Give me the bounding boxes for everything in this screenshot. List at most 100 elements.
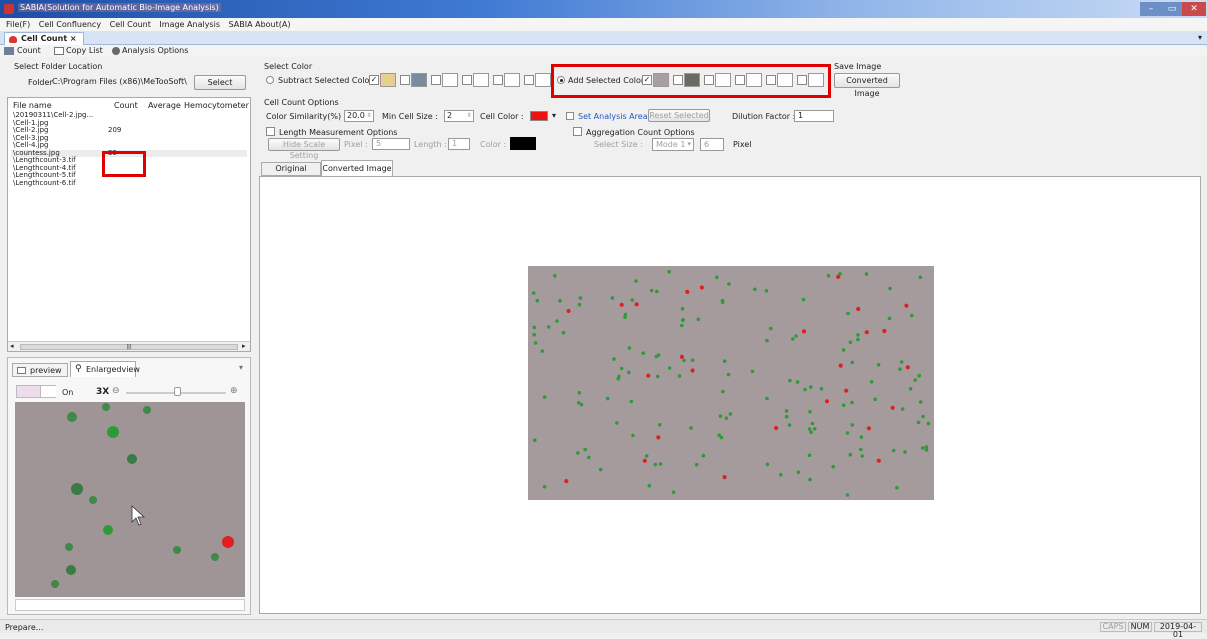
subtract-swatch-4[interactable] [460,73,490,87]
green-cell-marker [841,348,846,352]
select-folder-button[interactable]: Select [194,75,246,90]
add-swatch-3[interactable] [702,73,732,87]
num-indicator: NUM [1128,622,1152,632]
min-size-stepper[interactable]: 2 ⇳ [444,110,474,122]
menu-about[interactable]: SABIA About(A) [229,20,291,29]
subtract-checkbox-1[interactable]: ✓ [369,75,379,85]
subtract-color-2[interactable] [411,73,427,87]
preview-info-bar [15,599,245,611]
header-average[interactable]: Average [148,101,181,110]
length-options-checkbox[interactable] [266,127,275,136]
length-stepper[interactable]: 1 [448,138,470,150]
pixel-value: 5 [376,139,382,148]
tab-original-image[interactable]: Original Image [261,162,321,185]
set-area-checkbox[interactable] [566,112,574,120]
tab-dropdown-icon[interactable]: ▾ [1198,33,1202,42]
count-button[interactable]: Count [17,45,41,57]
scroll-right-icon[interactable]: ▸ [242,342,246,350]
scrollbar-thumb[interactable]: ||| [20,344,238,350]
add-swatch-6[interactable] [795,73,825,87]
subtract-swatch-5[interactable] [491,73,521,87]
header-count[interactable]: Count [114,101,138,110]
header-file-name[interactable]: File name [13,101,52,110]
header-hemocytometer[interactable]: Hemocytometer [184,101,249,110]
enlarged-image[interactable] [15,402,245,597]
cell-color-dropdown-icon[interactable]: ▾ [552,111,556,120]
add-checkbox-6[interactable] [797,75,807,85]
subtract-color-5[interactable] [504,73,520,87]
add-checkbox-4[interactable] [735,75,745,85]
subtract-swatch-3[interactable] [429,73,459,87]
hide-scale-button[interactable]: Hide Scale Setting [268,138,340,160]
pixel-stepper[interactable]: 5 [372,138,410,150]
reset-selected-button[interactable]: Reset Selected [648,109,710,122]
converted-image[interactable] [528,266,934,500]
zoom-slider-thumb[interactable] [174,387,181,396]
add-color-1[interactable] [653,73,669,87]
dilution-field[interactable]: 1 [794,110,834,122]
stepper-arrows-icon[interactable]: ⇳ [367,111,372,121]
set-analysis-area-link[interactable]: Set Analysis Area [578,112,648,121]
mode-select[interactable]: Mode 1 ▾ [652,138,694,151]
close-button[interactable]: ✕ [1182,2,1206,16]
subtract-checkbox-6[interactable] [524,75,534,85]
aggregation-checkbox[interactable] [573,127,582,136]
converted-image-button[interactable]: Converted Image [834,73,900,98]
stepper-arrows-icon[interactable]: ⇳ [467,111,472,121]
add-checkbox-2[interactable] [673,75,683,85]
tab-enlargedview[interactable]: ⚲ Enlargedview [70,361,140,377]
horizontal-scrollbar[interactable]: ◂ ||| ▸ [8,341,250,351]
add-color-3[interactable] [715,73,731,87]
panel-menu-icon[interactable]: ▾ [239,363,243,372]
minimize-button[interactable]: – [1140,2,1162,16]
add-checkbox-1[interactable]: ✓ [642,75,652,85]
subtract-swatch-2[interactable] [398,73,428,87]
subtract-swatch-6[interactable] [522,73,552,87]
green-cell-marker [850,423,855,427]
tab-preview[interactable]: preview [12,363,68,377]
tab-cell-count[interactable]: Cell Count × [4,32,84,45]
add-swatch-1[interactable]: ✓ [640,73,670,87]
length-color-label: Color : [480,140,507,149]
add-checkbox-3[interactable] [704,75,714,85]
subtract-checkbox-5[interactable] [493,75,503,85]
menu-image-analysis[interactable]: Image Analysis [159,20,220,29]
copy-list-button[interactable]: Copy List [66,45,103,57]
scroll-left-icon[interactable]: ◂ [10,342,14,350]
subtract-checkbox-3[interactable] [431,75,441,85]
add-swatch-4[interactable] [733,73,763,87]
menu-file[interactable]: File(F) [6,20,30,29]
add-color-4[interactable] [746,73,762,87]
cell-color-swatch[interactable] [530,111,548,121]
similarity-stepper[interactable]: 20.0 ⇳ [344,110,374,122]
mode-dropdown-icon[interactable]: ▾ [687,139,691,150]
add-radio[interactable] [557,76,565,84]
menu-cell-confluency[interactable]: Cell Confluency [39,20,101,29]
zoom-in-icon[interactable]: ⊕ [230,386,238,396]
analysis-options-button[interactable]: Analysis Options [122,45,188,57]
green-cell-marker [807,427,812,431]
zoom-out-icon[interactable]: ⊖ [112,386,120,396]
add-swatch-2[interactable] [671,73,701,87]
subtract-color-3[interactable] [442,73,458,87]
subtract-radio[interactable] [266,76,274,84]
subtract-color-4[interactable] [473,73,489,87]
list-item[interactable]: \Lengthcount-6.tif [11,179,247,188]
subtract-checkbox-2[interactable] [400,75,410,85]
subtract-color-1[interactable] [380,73,396,87]
add-color-2[interactable] [684,73,700,87]
length-color-swatch[interactable] [510,137,536,150]
add-color-6[interactable] [808,73,824,87]
subtract-color-6[interactable] [535,73,551,87]
maximize-button[interactable]: ▭ [1162,2,1182,16]
tab-converted-image[interactable]: Converted Image [321,160,393,176]
menu-cell-count[interactable]: Cell Count [110,20,151,29]
subtract-swatch-1[interactable]: ✓ [367,73,397,87]
on-toggle[interactable] [16,385,56,398]
add-color-5[interactable] [777,73,793,87]
add-checkbox-5[interactable] [766,75,776,85]
add-swatch-5[interactable] [764,73,794,87]
subtract-checkbox-4[interactable] [462,75,472,85]
aggregation-size-field[interactable]: 6 [700,138,724,151]
green-cell-marker [701,453,706,458]
